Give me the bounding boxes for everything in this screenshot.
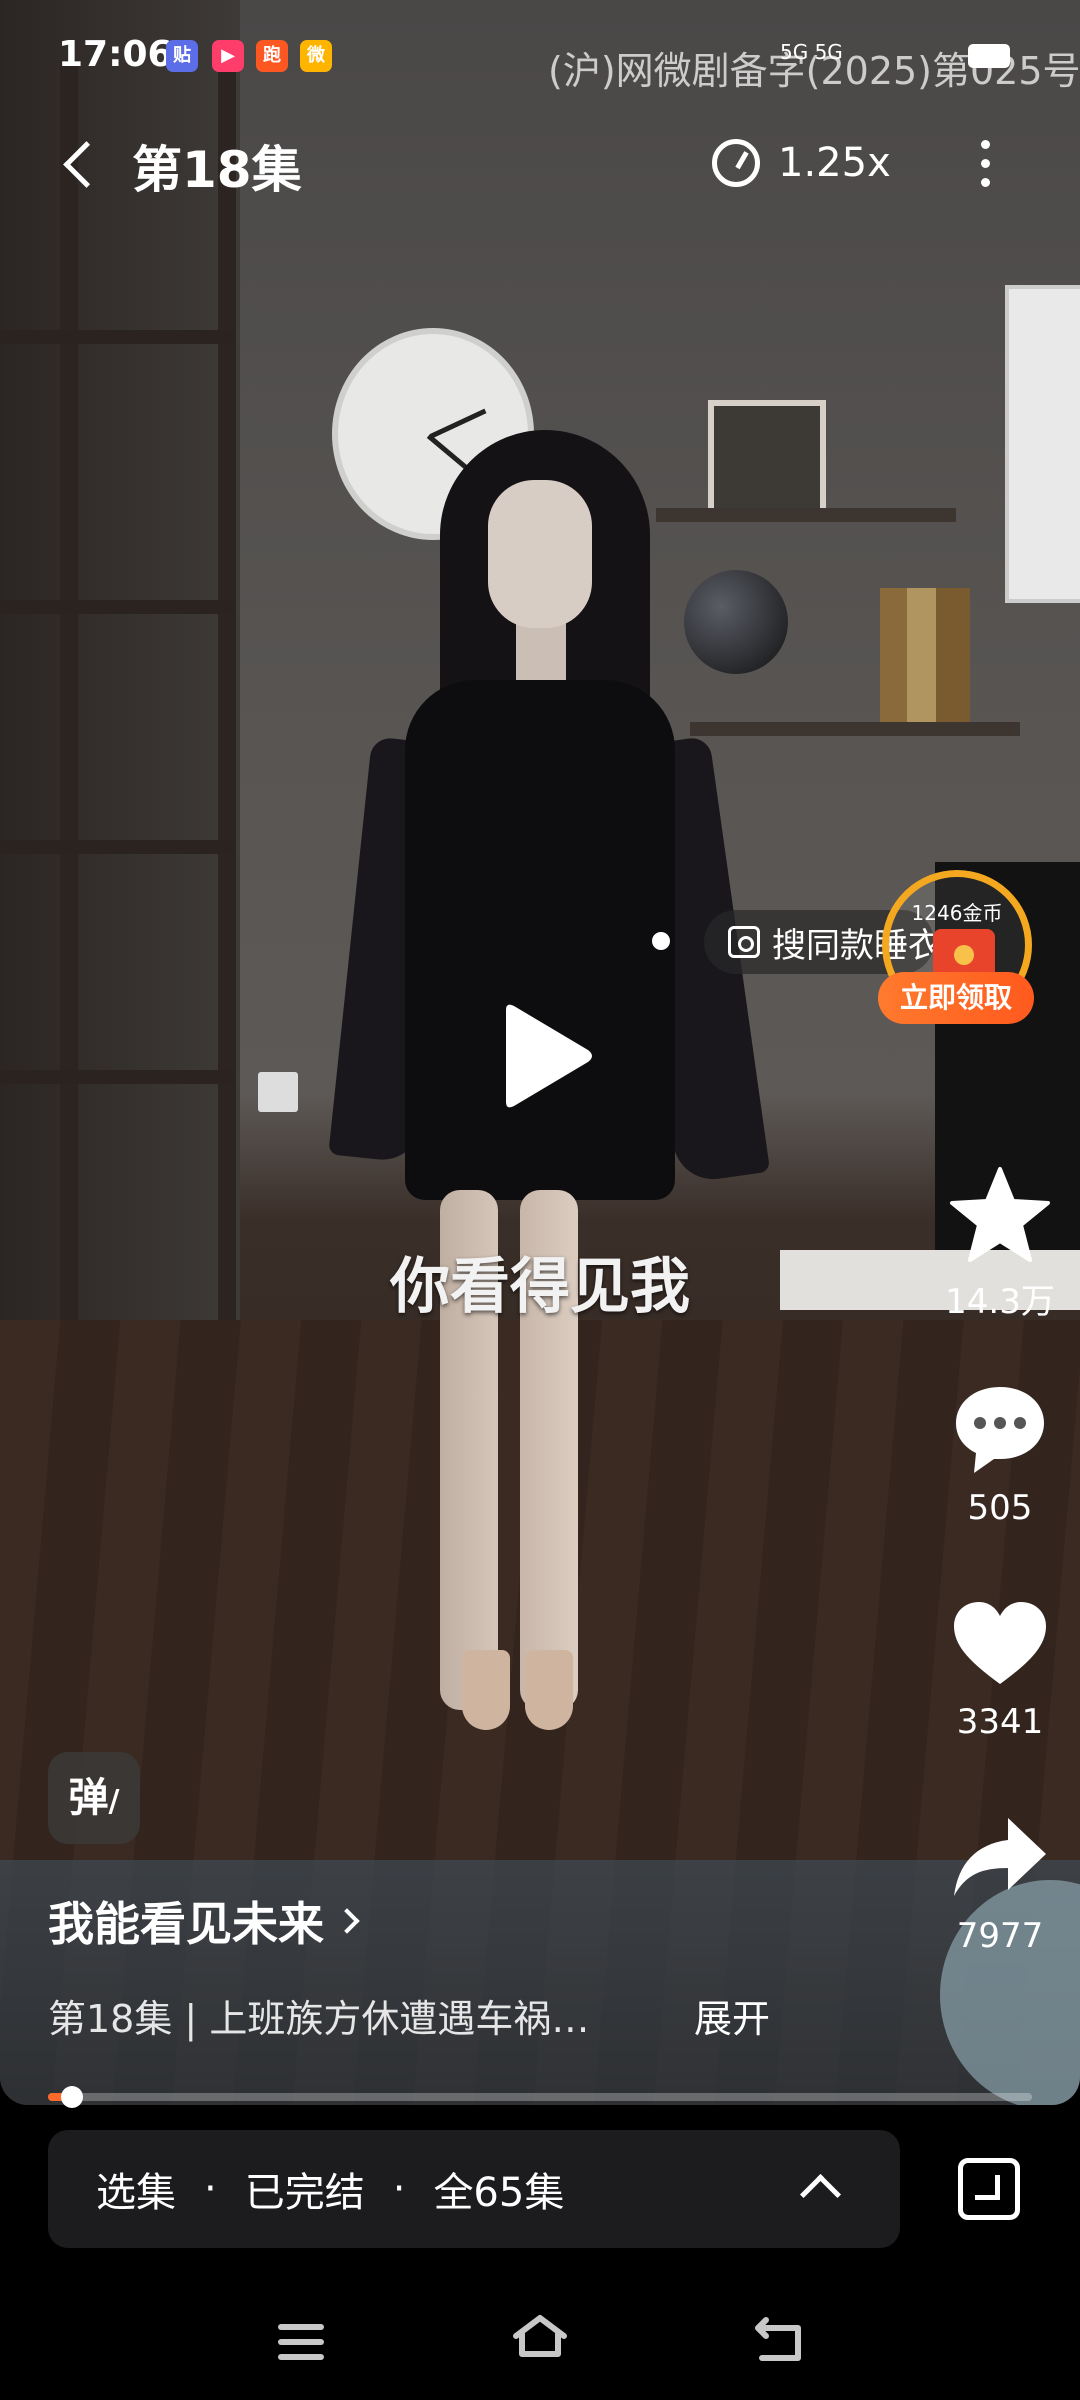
- like-action[interactable]: 3341: [940, 1588, 1060, 1742]
- app-icon-3: 跑: [256, 40, 288, 72]
- heart-icon: [954, 1602, 1046, 1684]
- fullscreen-button[interactable]: [958, 2158, 1020, 2220]
- recent-apps-button[interactable]: [278, 2324, 324, 2360]
- share-icon: [954, 1818, 1046, 1896]
- shelf-board: [0, 840, 235, 854]
- progress-knob[interactable]: [60, 2086, 83, 2108]
- back-icon: [755, 2317, 801, 2361]
- separator-dot: ·: [204, 2166, 217, 2212]
- picture-frame: [708, 400, 826, 516]
- series-status: 已完结: [244, 2170, 365, 2216]
- chevron-right-icon: [334, 1908, 360, 1934]
- app-icon-4: 微: [300, 40, 332, 72]
- comment-action[interactable]: 505: [940, 1374, 1060, 1528]
- share-count: 7977: [956, 1916, 1044, 1956]
- speed-label: 1.25x: [778, 140, 891, 186]
- favorite-action[interactable]: 14.3万: [940, 1160, 1060, 1323]
- speed-button[interactable]: 1.25x: [712, 128, 891, 198]
- episode-title: 第18集: [132, 141, 302, 199]
- signal-icon: 5G 5G: [780, 40, 843, 64]
- wall-art: [1005, 285, 1080, 603]
- figure-shoe: [525, 1650, 573, 1730]
- more-options-button[interactable]: [970, 128, 1000, 198]
- danmaku-toggle-button[interactable]: 弹/: [48, 1752, 140, 1844]
- bookshelf: [0, 0, 240, 1370]
- battery-icon: [968, 44, 1010, 68]
- home-button[interactable]: [510, 2312, 570, 2364]
- shelf-board: [0, 600, 235, 614]
- globe: [684, 570, 788, 674]
- like-count: 3341: [956, 1702, 1044, 1742]
- select-episode-label: 选集: [96, 2170, 176, 2216]
- star-icon: [950, 1167, 1050, 1262]
- app-icon-1: 贴: [166, 40, 198, 72]
- episode-total: 全65集: [433, 2170, 565, 2216]
- comment-icon: [956, 1387, 1044, 1473]
- product-tag-dot[interactable]: [652, 932, 670, 950]
- expand-button[interactable]: 展开: [694, 1988, 770, 2043]
- dot-icon: [980, 158, 990, 168]
- favorite-count: 14.3万: [945, 1282, 1055, 1322]
- share-action[interactable]: 7977: [940, 1802, 1060, 1956]
- figure-face: [488, 480, 592, 628]
- system-nav-bar: [0, 2290, 1080, 2400]
- danmaku-label: 弹: [68, 1775, 109, 1821]
- claim-now-button[interactable]: 立即领取: [878, 972, 1034, 1024]
- status-time: 17:06: [58, 34, 173, 75]
- coin-amount: 1246金币: [911, 901, 1003, 925]
- wall-outlet: [258, 1072, 298, 1112]
- series-title: 我能看见未来: [48, 1897, 324, 1951]
- chevron-up-icon: [799, 2173, 842, 2216]
- system-back-button[interactable]: [752, 2314, 808, 2368]
- shelf-post: [60, 60, 78, 1360]
- speed-icon: [712, 139, 760, 187]
- home-icon: [513, 2315, 567, 2357]
- app-icon-2: ▶: [212, 40, 244, 72]
- series-title-link[interactable]: 我能看见未来: [48, 1888, 360, 1954]
- back-button[interactable]: [58, 130, 108, 200]
- separator-dot: ·: [392, 2166, 406, 2212]
- books: [880, 588, 970, 722]
- wall-shelf: [690, 722, 1020, 736]
- status-bar: 17:06 贴 ▶ 跑 微 (沪)网微剧备字(2025)第025号 5G 5G: [0, 0, 1080, 110]
- play-button[interactable]: [484, 1000, 596, 1112]
- play-icon: [506, 1004, 592, 1108]
- comment-count: 505: [967, 1488, 1033, 1528]
- wall-shelf: [656, 508, 956, 522]
- episode-description: 第18集 | 上班族方休遭遇车祸…: [48, 1997, 590, 2041]
- episode-selector-bar[interactable]: 选集 · 已完结 · 全65集: [48, 2130, 900, 2248]
- scan-search-icon: [728, 926, 760, 958]
- video-subtitle: 你看得见我: [390, 1252, 690, 1322]
- dot-icon: [980, 177, 990, 187]
- figure-shoe: [462, 1650, 510, 1730]
- shelf-post: [218, 60, 236, 1360]
- playback-progress-bar[interactable]: [48, 2086, 1032, 2108]
- dot-icon: [980, 139, 990, 149]
- shelf-board: [0, 330, 235, 344]
- figure-dress: [405, 680, 675, 1200]
- shelf-board: [0, 1070, 235, 1084]
